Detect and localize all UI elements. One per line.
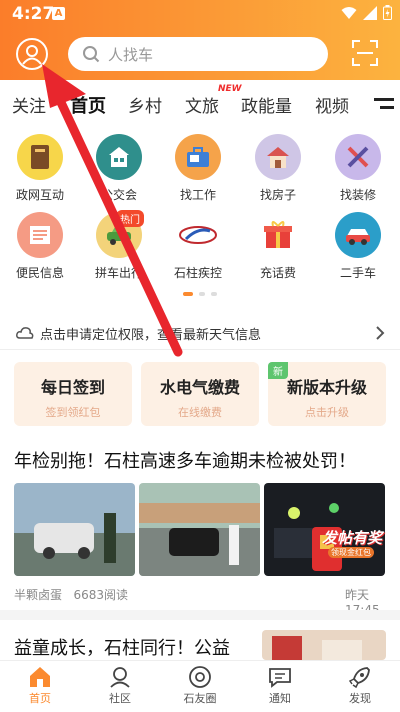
book-icon [17, 134, 63, 180]
cloud-icon [16, 327, 34, 339]
nav-community[interactable]: 社区 [90, 665, 150, 706]
article-photos[interactable]: 发帖有奖 领现金红包 [14, 483, 386, 577]
grid-item-label: 找工作 [179, 188, 216, 202]
tab-village[interactable]: 乡村 [128, 92, 162, 117]
cdc-logo-icon [175, 212, 221, 258]
tab-video[interactable]: 视频 [315, 92, 349, 117]
weather-bar[interactable]: 点击申请定位权限，查看最新天气信息 [0, 316, 400, 350]
moments-icon [189, 666, 211, 688]
tools-icon [335, 134, 381, 180]
article-photo-2 [139, 483, 260, 576]
nav-moments[interactable]: 石友圈 [170, 665, 230, 706]
grid-item-public-info[interactable]: 便民信息 [2, 212, 78, 281]
hot-badge: 热门 [116, 210, 144, 227]
card-subtitle: 点击升级 [305, 406, 349, 419]
house-icon [255, 134, 301, 180]
community-icon [110, 667, 130, 688]
nav-discover[interactable]: 发现 [330, 665, 390, 706]
nav-notifications[interactable]: 通知 [250, 665, 310, 706]
grid-item-label: 便民信息 [15, 266, 64, 280]
grid-item-renovation[interactable]: 找装修 [320, 134, 396, 203]
nav-label: 社区 [109, 692, 131, 705]
page-indicator [0, 292, 400, 296]
battery-icon [383, 5, 392, 20]
grid-item-recharge[interactable]: 充话费 [240, 212, 316, 281]
grid-item-gov-interaction[interactable]: 政网互动 [2, 134, 78, 203]
bus-station-icon [96, 134, 142, 180]
card-subtitle: 签到领红包 [45, 406, 101, 419]
grid-item-label: 政网互动 [15, 188, 64, 202]
grid-item-bus[interactable]: 公交会 [81, 134, 157, 203]
card-subtitle: 在线缴费 [178, 406, 222, 419]
page-dot [211, 292, 217, 296]
grid-item-label: 二手车 [339, 266, 376, 280]
nav-home[interactable]: 首页 [10, 665, 70, 706]
profile-avatar-button[interactable] [16, 38, 48, 70]
grid-item-label: 拼车出行 [94, 266, 143, 280]
notification-icon [269, 668, 291, 688]
channel-tabs: 关注 首页 乡村 文旅 政能量 视频 [0, 80, 400, 124]
page-dot-active [183, 292, 193, 296]
notification-badge: A [52, 7, 65, 20]
nav-label: 发现 [349, 692, 371, 705]
nav-label: 首页 [29, 692, 51, 705]
promo-subtitle: 领现金红包 [328, 547, 374, 558]
chevron-right-icon [376, 326, 385, 340]
rocket-icon [348, 667, 370, 689]
briefcase-icon [175, 134, 221, 180]
grid-item-jobs[interactable]: 找工作 [160, 134, 236, 203]
search-input[interactable]: 人找车 [68, 37, 328, 71]
grid-item-label: 公交会 [100, 188, 137, 202]
article-meta: 半颗卤蛋 6683阅读 [14, 586, 128, 603]
page-dot [199, 292, 205, 296]
bottom-nav: 首页 社区 石友圈 通知 发现 [0, 660, 400, 712]
card-title: 水电气缴费 [159, 378, 240, 397]
service-grid: 政网互动 公交会 找工作 找房子 找装修 便民信息 拼车出行 石柱疾控 充话费 … [0, 128, 400, 288]
nav-label: 通知 [269, 692, 291, 705]
status-time: 4:27 [12, 4, 55, 24]
post-reward-promo[interactable]: 发帖有奖 领现金红包 [306, 521, 386, 585]
article-author: 半颗卤蛋 [14, 588, 63, 602]
feed-divider [0, 610, 400, 620]
car-icon [335, 212, 381, 258]
user-icon [22, 45, 42, 65]
weather-text: 点击申请定位权限，查看最新天气信息 [40, 328, 262, 343]
tab-home[interactable]: 首页 [70, 92, 106, 118]
article-photo-1 [14, 483, 135, 576]
wifi-icon [341, 6, 357, 19]
gift-phone-icon [255, 212, 301, 258]
search-icon [83, 46, 100, 63]
tab-follow[interactable]: 关注 [12, 92, 46, 117]
grid-item-housing[interactable]: 找房子 [240, 134, 316, 203]
signal-icon [363, 5, 377, 20]
home-icon [30, 667, 50, 687]
card-title: 每日签到 [40, 378, 105, 397]
utility-payment-card[interactable]: 水电气缴费 在线缴费 [141, 362, 259, 426]
article-reads: 6683阅读 [73, 588, 129, 602]
new-badge: NEW [218, 84, 242, 94]
daily-checkin-card[interactable]: 每日签到 签到领红包 [14, 362, 132, 426]
promo-title: 发帖有奖 [322, 529, 383, 547]
article-thumbnail-2[interactable] [262, 630, 386, 660]
grid-item-label: 石柱疾控 [173, 266, 222, 280]
tab-culture-travel[interactable]: 文旅 [185, 92, 219, 117]
grid-item-cdc[interactable]: 石柱疾控 [160, 212, 236, 281]
article-headline[interactable]: 年检别拖！石柱高速多车逾期未检被处罚！ [14, 447, 356, 473]
search-placeholder: 人找车 [108, 45, 154, 64]
status-bar: 4:27 A [0, 0, 400, 28]
article-headline-2[interactable]: 益童成长，石柱同行！公益 [14, 634, 230, 660]
menu-icon[interactable] [374, 97, 394, 111]
grid-item-label: 找房子 [259, 188, 296, 202]
quick-action-cards: 每日签到 签到领红包 水电气缴费 在线缴费 新版本升级 点击升级 [0, 362, 400, 428]
grid-item-used-car[interactable]: 二手车 [320, 212, 396, 281]
grid-item-label: 充话费 [259, 266, 296, 280]
tab-government[interactable]: 政能量 [241, 92, 292, 117]
newspaper-icon [17, 212, 63, 258]
new-version-badge: 新 [268, 362, 288, 379]
scan-icon[interactable] [352, 40, 378, 66]
grid-item-label: 找装修 [339, 188, 376, 202]
nav-label: 石友圈 [183, 692, 217, 705]
system-icons [341, 5, 392, 20]
